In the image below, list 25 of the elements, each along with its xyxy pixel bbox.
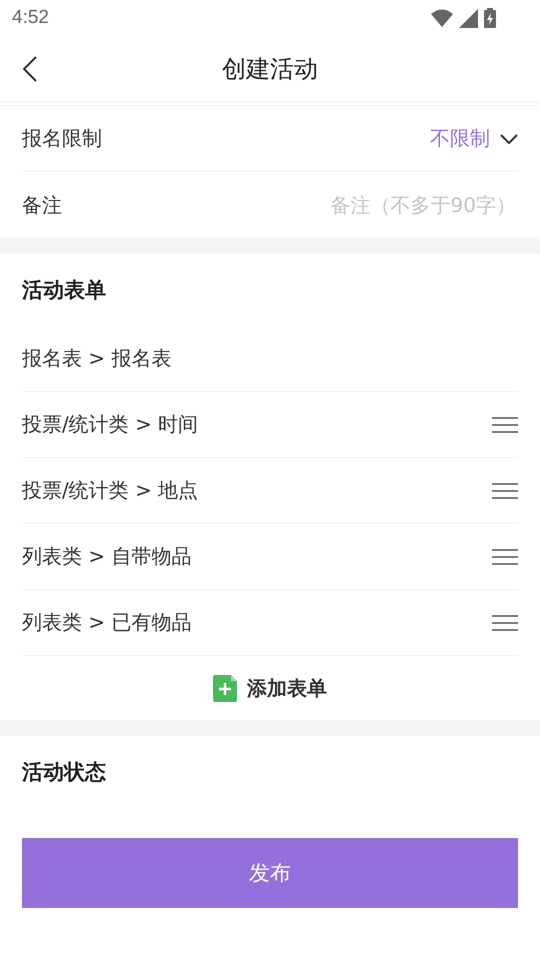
section-title: 活动状态 bbox=[22, 759, 106, 786]
add-form-button[interactable]: 添加表单 bbox=[213, 674, 327, 702]
form-item-label: 报名表 > 报名表 bbox=[22, 345, 172, 372]
wifi-icon bbox=[431, 9, 453, 27]
publish-button[interactable]: 发布 bbox=[22, 838, 518, 908]
add-document-icon bbox=[213, 674, 237, 702]
battery-icon bbox=[484, 8, 496, 28]
page-title: 创建活动 bbox=[222, 54, 318, 84]
limit-select[interactable]: 不限制 bbox=[430, 125, 518, 152]
section-title: 活动表单 bbox=[22, 277, 106, 304]
form-item-row[interactable]: 报名表 > 报名表 bbox=[22, 326, 518, 392]
drag-handle-icon[interactable] bbox=[492, 548, 518, 564]
signal-icon bbox=[459, 8, 478, 28]
drag-handle-icon[interactable] bbox=[492, 614, 518, 630]
form-item-label: 列表类 > 已有物品 bbox=[22, 609, 192, 636]
drag-handle-icon[interactable] bbox=[492, 416, 518, 432]
form-item-label: 投票/统计类 > 地点 bbox=[22, 477, 198, 504]
setting-label: 备注 bbox=[22, 192, 62, 218]
setting-label: 报名限制 bbox=[22, 125, 102, 152]
form-item-label: 列表类 > 自带物品 bbox=[22, 543, 192, 570]
drag-handle-icon[interactable] bbox=[492, 482, 518, 498]
chevron-down-icon bbox=[500, 134, 518, 144]
form-item-label: 投票/统计类 > 时间 bbox=[22, 411, 198, 438]
status-time: 4:52 bbox=[12, 7, 49, 29]
note-input[interactable]: 备注（不多于90字） bbox=[258, 192, 518, 218]
